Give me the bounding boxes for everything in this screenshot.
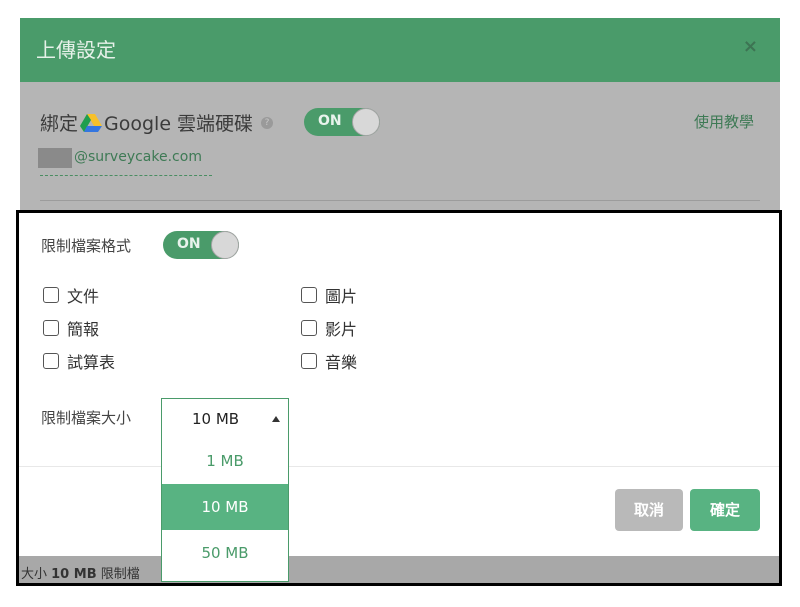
background-text: 大小 10 MB 限制檔 (21, 563, 140, 582)
limit-format-toggle[interactable]: ON (163, 231, 239, 259)
size-option-50mb[interactable]: 50 MB (162, 530, 288, 576)
checkbox-spreadsheet[interactable]: 試算表 (43, 349, 115, 373)
strip-bold: 10 MB (51, 567, 97, 582)
size-select[interactable]: 10 MB (161, 398, 289, 438)
checkbox-label: 文件 (67, 287, 100, 306)
checkbox-document[interactable]: 文件 (43, 283, 99, 307)
checkbox-box[interactable] (43, 287, 59, 303)
background-page-strip: 大小 10 MB 限制檔 (19, 556, 779, 583)
checkbox-box[interactable] (301, 353, 317, 369)
size-option-10mb[interactable]: 10 MB (162, 484, 288, 530)
checkbox-box[interactable] (43, 320, 59, 336)
strip-prefix: 大小 (21, 567, 52, 582)
modal-title: 上傳設定 (36, 38, 116, 62)
strip-suffix: 限制檔 (96, 567, 140, 582)
limit-size-label: 限制檔案大小 (41, 409, 132, 427)
limit-format-toggle-label: ON (177, 236, 201, 252)
gdrive-toggle[interactable]: ON (304, 108, 380, 136)
close-icon[interactable]: × (743, 36, 758, 57)
checkbox-label: 試算表 (67, 353, 116, 372)
checkbox-video[interactable]: 影片 (301, 316, 357, 340)
bound-email: @surveycake.com (74, 149, 202, 165)
checkbox-label: 影片 (325, 320, 358, 339)
checkbox-box[interactable] (43, 353, 59, 369)
size-select-value: 10 MB (192, 410, 240, 428)
gdrive-label-prefix: 綁定 (40, 113, 79, 135)
gdrive-label-google: Google 雲端硬碟 (104, 113, 254, 135)
email-redaction (38, 148, 72, 168)
checkbox-box[interactable] (301, 287, 317, 303)
gdrive-bind-label: 綁定 Google 雲端硬碟 ? (40, 109, 274, 136)
google-drive-icon (80, 113, 103, 132)
limit-format-label: 限制檔案格式 (41, 237, 132, 255)
cancel-button[interactable]: 取消 (615, 489, 683, 531)
caret-up-icon[interactable] (272, 416, 280, 422)
confirm-button[interactable]: 確定 (690, 489, 760, 531)
size-dropdown-menu: 1 MB 10 MB 50 MB (161, 438, 289, 582)
toggle-knob (211, 231, 239, 259)
email-underline (40, 175, 212, 176)
checkbox-box[interactable] (301, 320, 317, 336)
tutorial-link[interactable]: 使用教學 (694, 111, 754, 132)
checkbox-image[interactable]: 圖片 (301, 283, 357, 307)
checkbox-presentation[interactable]: 簡報 (43, 316, 99, 340)
size-option-1mb[interactable]: 1 MB (162, 438, 288, 484)
checkbox-label: 圖片 (325, 287, 358, 306)
checkbox-label: 音樂 (325, 353, 358, 372)
modal-header: 上傳設定 × (20, 18, 780, 82)
gdrive-toggle-label: ON (318, 113, 342, 129)
help-icon[interactable]: ? (261, 116, 274, 129)
section-divider (40, 200, 760, 201)
checkbox-label: 簡報 (67, 320, 100, 339)
toggle-knob (352, 108, 380, 136)
checkbox-music[interactable]: 音樂 (301, 349, 357, 373)
file-limit-panel: 限制檔案格式 ON 文件 圖片 簡報 影片 試算表 音樂 限制檔案大小 取消 確… (16, 210, 782, 586)
